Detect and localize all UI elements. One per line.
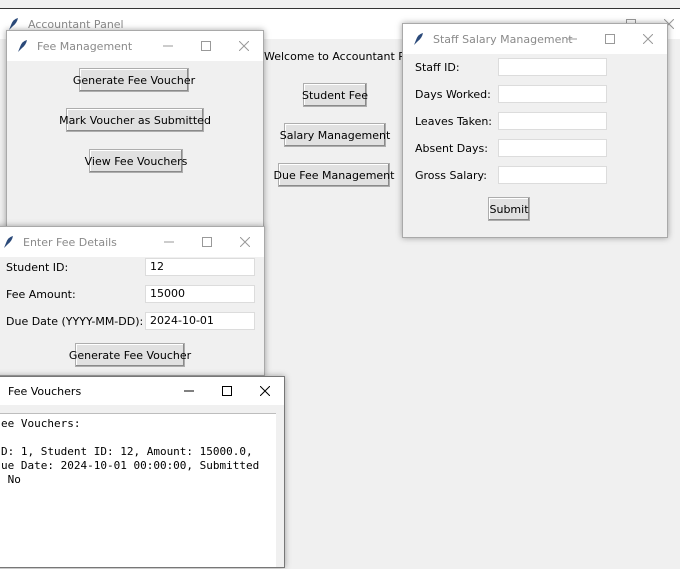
days-worked-input[interactable] xyxy=(498,85,607,103)
student-id-label: Student ID: xyxy=(6,261,69,274)
due-date-input[interactable]: 2024-10-01 xyxy=(145,312,255,330)
minimize-icon[interactable] xyxy=(553,24,591,54)
gross-salary-label: Gross Salary: xyxy=(415,169,487,182)
salary-management-button[interactable]: Salary Management xyxy=(280,123,390,147)
due-fee-management-button[interactable]: Due Fee Management xyxy=(274,163,394,187)
submit-button[interactable]: Submit xyxy=(488,197,530,221)
days-worked-label: Days Worked: xyxy=(415,88,491,101)
leaves-taken-label: Leaves Taken: xyxy=(415,115,493,128)
student-fee-button[interactable]: Student Fee xyxy=(302,83,368,107)
absent-days-input[interactable] xyxy=(498,139,607,157)
vouchers-line: D: 1, Student ID: 12, Amount: 15000.0, xyxy=(1,445,253,458)
staff-salary-window: Staff Salary Management Staff ID: Days W… xyxy=(402,23,668,238)
mark-voucher-submitted-button[interactable]: Mark Voucher as Submitted xyxy=(59,108,211,132)
staff-id-label: Staff ID: xyxy=(415,61,460,74)
absent-days-label: Absent Days: xyxy=(415,142,488,155)
close-icon[interactable] xyxy=(225,31,263,61)
maximize-icon[interactable] xyxy=(188,227,226,257)
fee-management-titlebar: Fee Management xyxy=(7,31,263,61)
vouchers-text-area[interactable]: ee Vouchers: D: 1, Student ID: 12, Amoun… xyxy=(0,413,276,567)
window-title: Accountant Panel xyxy=(28,17,124,31)
maximize-icon[interactable] xyxy=(591,24,629,54)
leaves-taken-input[interactable] xyxy=(498,112,607,130)
minimize-icon[interactable] xyxy=(170,377,208,405)
feather-icon xyxy=(6,17,20,31)
vouchers-line: ue Date: 2024-10-01 00:00:00, Submitted xyxy=(1,459,260,472)
window-title: Fee Management xyxy=(37,39,133,53)
enter-fee-titlebar: Enter Fee Details xyxy=(0,227,264,257)
fee-amount-label: Fee Amount: xyxy=(6,288,76,301)
fee-vouchers-titlebar: Fee Vouchers xyxy=(0,377,284,405)
staff-salary-titlebar: Staff Salary Management xyxy=(403,24,667,54)
vouchers-line: No xyxy=(1,473,21,486)
maximize-icon[interactable] xyxy=(208,377,246,405)
minimize-icon[interactable] xyxy=(150,227,188,257)
maximize-icon[interactable] xyxy=(187,31,225,61)
feather-icon xyxy=(15,39,29,53)
window-title: Enter Fee Details xyxy=(23,235,117,249)
fee-amount-input[interactable]: 15000 xyxy=(145,285,255,303)
close-icon[interactable] xyxy=(246,377,284,405)
window-title: Fee Vouchers xyxy=(8,384,82,398)
staff-id-input[interactable] xyxy=(498,58,607,76)
enter-fee-details-window: Enter Fee Details Student ID: 12 Fee Amo… xyxy=(0,226,265,376)
vouchers-line: ee Vouchers: xyxy=(1,417,81,430)
close-icon[interactable] xyxy=(226,227,264,257)
view-fee-vouchers-button[interactable]: View Fee Vouchers xyxy=(85,149,187,173)
generate-fee-voucher-button[interactable]: Generate Fee Voucher xyxy=(69,343,191,367)
close-icon[interactable] xyxy=(629,24,667,54)
fee-management-window: Fee Management Generate Fee Voucher Mark… xyxy=(6,30,264,228)
window-title: Staff Salary Management xyxy=(433,32,573,46)
feather-icon xyxy=(411,32,425,46)
generate-fee-voucher-button[interactable]: Generate Fee Voucher xyxy=(73,68,195,92)
gross-salary-input[interactable] xyxy=(498,166,607,184)
fee-vouchers-window: Fee Vouchers ee Vouchers: D: 1, Student … xyxy=(0,376,285,568)
minimize-icon[interactable] xyxy=(149,31,187,61)
student-id-input[interactable]: 12 xyxy=(145,258,255,276)
feather-icon xyxy=(1,235,15,249)
due-date-label: Due Date (YYYY-MM-DD): xyxy=(6,315,144,328)
